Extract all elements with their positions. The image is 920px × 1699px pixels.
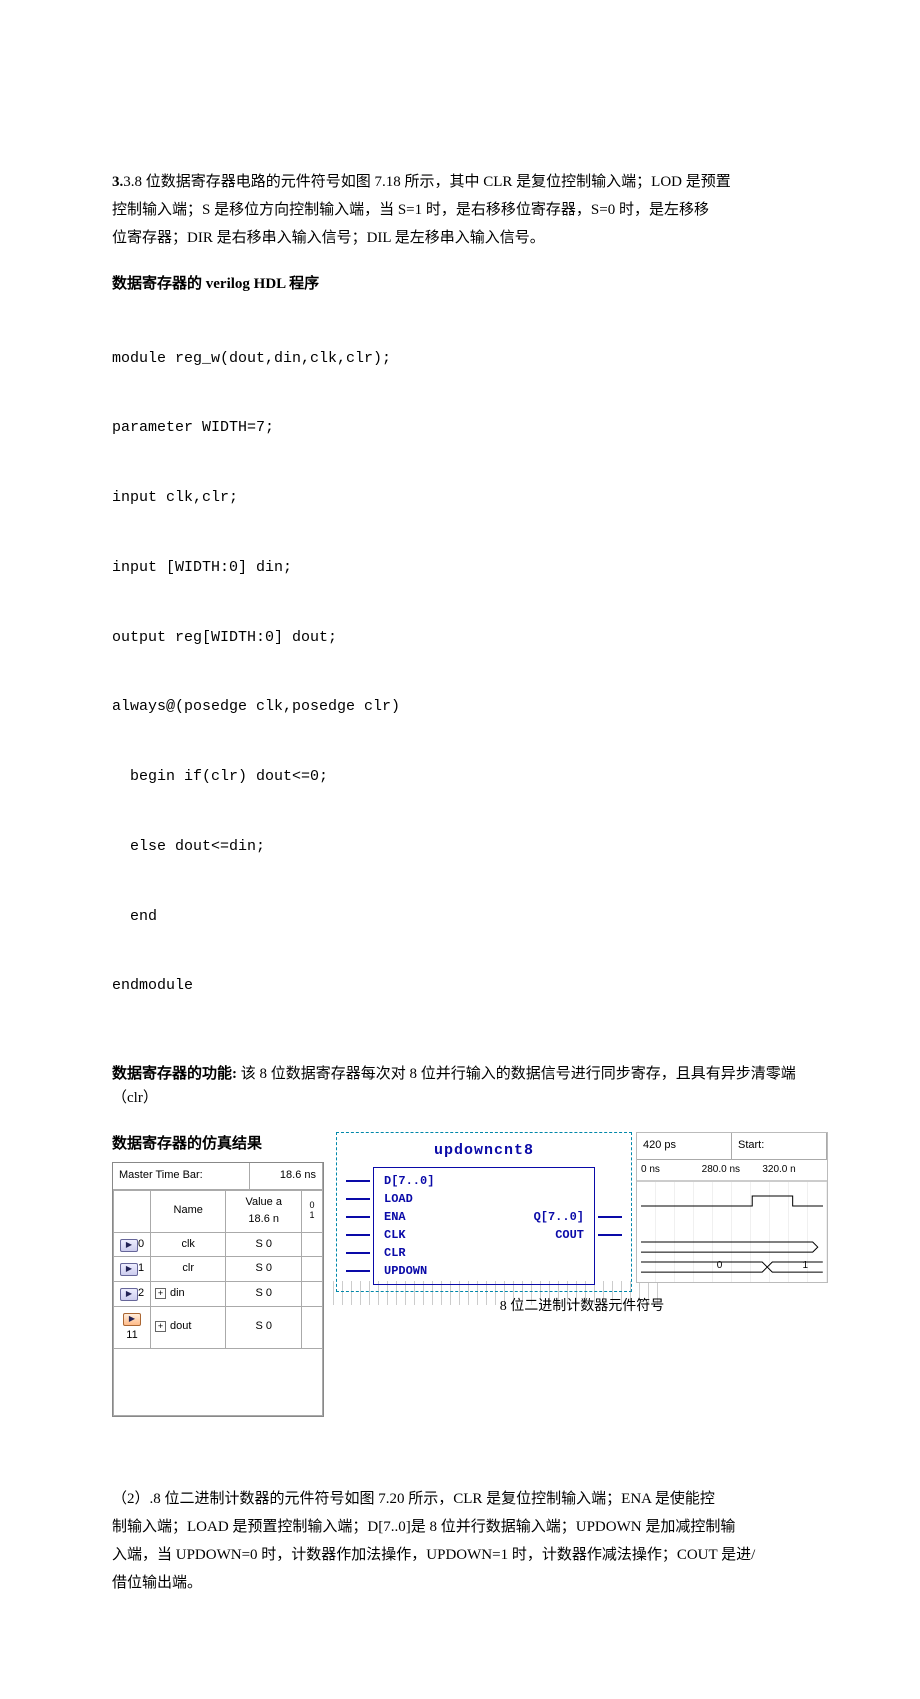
code-line: else dout<=din; <box>112 835 820 858</box>
code-line: parameter WIDTH=7; <box>112 416 820 439</box>
sim-time-bar: Master Time Bar: 18.6 ns <box>113 1163 323 1190</box>
signal-name: clr <box>151 1257 226 1282</box>
document-page: 3.3.8 位数据寄存器电路的元件符号如图 7.18 所示，其中 CLR 是复位… <box>0 0 920 1699</box>
signal-name: clk <box>151 1232 226 1257</box>
signal-value: S 0 <box>226 1257 302 1282</box>
col-tick: 01 <box>302 1190 323 1232</box>
pin-d: D[7..0] <box>384 1172 434 1190</box>
table-row: ▶1 clr S 0 <box>114 1257 323 1282</box>
code-block: module reg_w(dout,din,clk,clr); paramete… <box>112 300 820 1044</box>
expand-icon[interactable]: + <box>155 1288 166 1299</box>
code-line: module reg_w(dout,din,clk,clr); <box>112 347 820 370</box>
paragraph-2-line2: 制输入端；LOAD 是预置控制输入端；D[7..0]是 8 位并行数据输入端；U… <box>112 1515 820 1539</box>
code-line: always@(posedge clk,posedge clr) <box>112 695 820 718</box>
signal-icon: ▶ <box>120 1239 138 1252</box>
paragraph-1-line3: 位寄存器；DIR 是右移串入输入信号；DIL 是左移串入输入信号。 <box>112 226 820 250</box>
paragraph-1-line1: 3.3.8 位数据寄存器电路的元件符号如图 7.18 所示，其中 CLR 是复位… <box>112 170 820 194</box>
col-value: Value a18.6 n <box>226 1190 302 1232</box>
dout-wave <box>641 1260 823 1274</box>
schematic-block: D[7..0] LOAD ENA Q[7..0] CLK COUT CLR UPDO… <box>373 1167 595 1285</box>
waveform-panel: 420 ps Start: 0 ns 280.0 ns 320.0 n <box>636 1132 828 1283</box>
sim-panel: Master Time Bar: 18.6 ns Name Value a18.… <box>112 1162 324 1417</box>
function-paragraph: 数据寄存器的功能: 该 8 位数据寄存器每次对 8 位并行输入的数据信号进行同步… <box>112 1062 820 1110</box>
paragraph-2-line1: （2）.8 位二进制计数器的元件符号如图 7.20 所示，CLR 是复位控制输入… <box>112 1487 820 1511</box>
sim-heading: 数据寄存器的仿真结果 <box>112 1132 324 1156</box>
signal-icon: ▶ <box>123 1313 141 1326</box>
code-line: input clk,clr; <box>112 486 820 509</box>
figure-row: 数据寄存器的仿真结果 Master Time Bar: 18.6 ns Name… <box>112 1132 820 1417</box>
signal-name: dout <box>170 1320 191 1332</box>
code-line: input [WIDTH:0] din; <box>112 556 820 579</box>
signal-value: S 0 <box>226 1281 302 1306</box>
sim-column: 数据寄存器的仿真结果 Master Time Bar: 18.6 ns Name… <box>112 1132 324 1417</box>
code-line: endmodule <box>112 974 820 997</box>
schematic-title: updowncnt8 <box>345 1139 623 1163</box>
schematic-caption: 8 位二进制计数器元件符号 <box>336 1296 828 1318</box>
pin-updown: UPDOWN <box>384 1262 427 1280</box>
schematic-symbol: updowncnt8 D[7..0] LOAD ENA Q[7..0] CLK CO… <box>336 1132 632 1292</box>
table-row: ▶2 +din S 0 <box>114 1281 323 1306</box>
pin-clk: CLK <box>384 1226 406 1244</box>
master-time-label: Master Time Bar: <box>113 1163 250 1189</box>
pin-q: Q[7..0] <box>534 1208 584 1226</box>
paragraph-2-line3: 入端，当 UPDOWN=0 时，计数器作加法操作，UPDOWN=1 时，计数器作… <box>112 1543 820 1567</box>
table-row: ▶0 clk S 0 <box>114 1232 323 1257</box>
signal-name: din <box>170 1287 185 1299</box>
signal-icon: ▶ <box>120 1263 138 1276</box>
master-time-value: 18.6 ns <box>250 1163 323 1189</box>
signal-value: S 0 <box>226 1232 302 1257</box>
schematic-column: updowncnt8 D[7..0] LOAD ENA Q[7..0] CLK CO… <box>336 1132 828 1318</box>
wave-label-1: 1 <box>802 1258 808 1274</box>
pin-cout: COUT <box>555 1226 584 1244</box>
code-line: end <box>112 905 820 928</box>
wave-body: 0 1 <box>637 1181 827 1282</box>
signal-value: S 0 <box>226 1306 302 1348</box>
heading-verilog: 数据寄存器的 verilog HDL 程序 <box>112 272 820 296</box>
table-row: ▶11 +dout S 0 <box>114 1306 323 1348</box>
signal-icon: ▶ <box>120 1288 138 1301</box>
clk-wave <box>641 1194 823 1208</box>
din-wave <box>641 1240 823 1254</box>
code-line: begin if(clr) dout<=0; <box>112 765 820 788</box>
pin-clr: CLR <box>384 1244 406 1262</box>
paragraph-2-line4: 借位输出端。 <box>112 1571 820 1595</box>
wave-ruler: 0 ns 280.0 ns 320.0 n <box>637 1160 827 1181</box>
wave-start-label: Start: <box>732 1133 827 1160</box>
wave-pointer: 420 ps <box>637 1133 732 1160</box>
pin-load: LOAD <box>384 1190 413 1208</box>
paragraph-1-line2: 控制输入端；S 是移位方向控制输入端，当 S=1 时，是右移移位寄存器，S=0 … <box>112 198 820 222</box>
wave-label-0: 0 <box>717 1258 723 1274</box>
pin-ena: ENA <box>384 1208 406 1226</box>
col-name: Name <box>151 1190 226 1232</box>
expand-icon[interactable]: + <box>155 1321 166 1332</box>
code-line: output reg[WIDTH:0] dout; <box>112 626 820 649</box>
sim-table: Name Value a18.6 n 01 ▶0 clk S 0 ▶1 clr … <box>113 1190 323 1416</box>
